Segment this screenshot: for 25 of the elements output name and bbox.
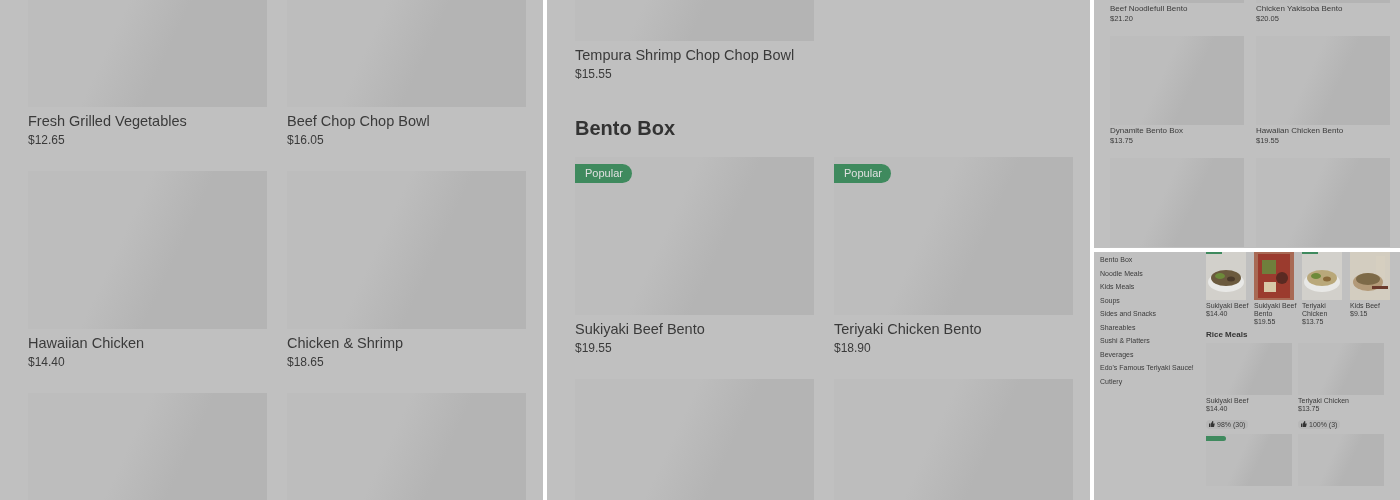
item-name[interactable]: Sukiyaki Beef Bento <box>575 319 814 339</box>
item-name[interactable]: Beef Noodlefull Bento <box>1110 3 1244 14</box>
item-price: $18.90 <box>834 340 872 357</box>
item-name[interactable]: Hawaiian Chicken <box>28 333 267 353</box>
item-name[interactable]: Chicken & Shrimp <box>287 333 526 353</box>
item-price: $12.65 <box>28 132 66 149</box>
item-name[interactable]: Hawaiian Chicken Bento <box>1256 125 1390 136</box>
item-name[interactable]: Beef Chop Chop Bowl <box>287 111 526 131</box>
popular-badge: Popular <box>575 164 632 183</box>
item-price: $15.55 <box>575 66 613 83</box>
image-placeholder[interactable] <box>1206 433 1292 486</box>
item-price: $14.40 <box>28 354 66 371</box>
popular-badge: Popular <box>834 164 891 183</box>
item-price: $18.65 <box>287 354 325 371</box>
section-heading: Rice Meals <box>1206 330 1249 339</box>
item-name[interactable]: Fresh Grilled Vegetables <box>28 111 267 131</box>
item-name[interactable]: Teriyaki Chicken Bento <box>834 319 1073 339</box>
thumbs-up-icon <box>1301 421 1307 427</box>
thumbs-up-icon <box>1209 421 1215 427</box>
section-heading: Bento Box <box>575 116 676 141</box>
item-name[interactable]: Dynamite Bento Box <box>1110 125 1244 136</box>
item-name[interactable]: Tempura Shrimp Chop Chop Bowl <box>575 45 814 65</box>
item-price: $19.55 <box>575 340 613 357</box>
item-price: $16.05 <box>287 132 325 149</box>
item-name[interactable]: Chicken Yakisoba Bento <box>1256 3 1390 14</box>
